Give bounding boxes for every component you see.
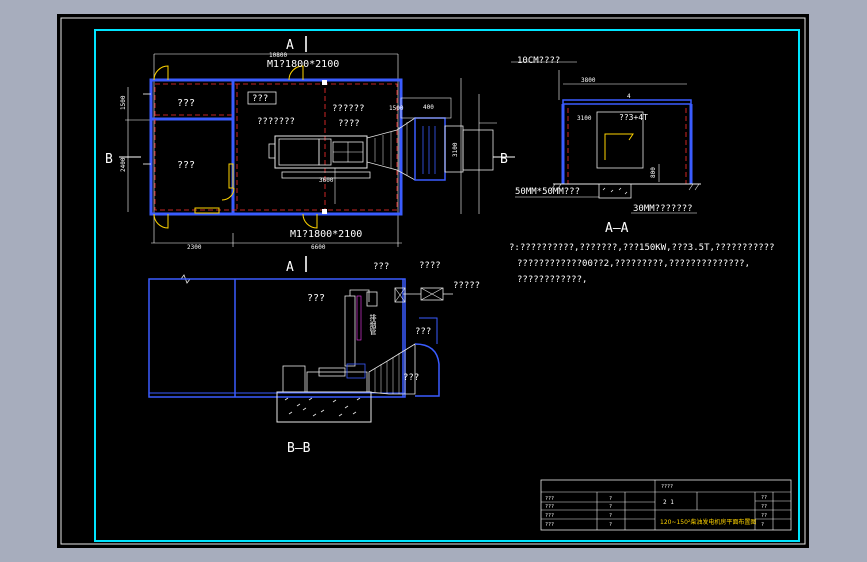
cad-drawing-canvas[interactable]: A A B B M1?1800*2100 M1?1800*2100 10800 … — [57, 14, 809, 548]
room-label-top-left: ??? — [177, 98, 195, 109]
section-bb-view: ??? ???? ????? ??? ??? ??? 排烟管 B—B — [148, 261, 480, 456]
title-block: ???? 2 1 120~150²柴油发电机房平面布置图 ??? ??? ???… — [540, 479, 792, 531]
section-aa-view: 10CM???? 3800 4 3100 800 ??3+4T 50MM*50M… — [511, 56, 701, 236]
section-bb-vertical-label: 排烟管 — [369, 313, 377, 336]
note-line-2: ????????????00??2,?????????,????????????… — [517, 259, 750, 269]
section-aa-dim-4: 800 — [650, 167, 657, 178]
door-label-bottom: M1?1800*2100 — [290, 229, 362, 240]
section-bb-title: B—B — [287, 441, 311, 456]
dim-right-1: 1500 — [389, 105, 404, 112]
title-right-value-4: ? — [761, 522, 764, 528]
title-right-value-1: ?? — [761, 495, 767, 501]
outer-border — [60, 17, 806, 545]
note-line-3: ????????????, — [517, 275, 587, 285]
title-right-value-2: ?? — [761, 504, 767, 510]
title-block-mid: 2 1 — [663, 499, 674, 506]
dim-right-3: 400 — [423, 104, 434, 111]
title-row-label-3: ??? — [545, 513, 554, 519]
title-block-header: ???? — [661, 484, 673, 490]
section-a-top-label: A — [286, 38, 294, 53]
title-row-label-4: ??? — [545, 522, 554, 528]
title-col-value-3: ? — [609, 513, 612, 519]
section-bb-label-4: ??? — [403, 373, 419, 383]
title-col-value-2: ? — [609, 504, 612, 510]
section-aa-top-label: 10CM???? — [517, 56, 560, 66]
section-bb-label-3: ??? — [415, 327, 431, 337]
title-col-value-1: ? — [609, 496, 612, 502]
section-b-left-label: B — [105, 152, 113, 167]
section-bb-top-label: ??? — [373, 262, 389, 272]
plan-label-3: ??????? — [257, 117, 295, 127]
door-label-top: M1?1800*2100 — [267, 59, 339, 70]
dim-right-2: 3100 — [452, 142, 459, 157]
section-aa-dim-1: 3800 — [581, 77, 596, 84]
generator-set-plan — [268, 135, 371, 179]
dim-total-width: 10800 — [269, 52, 287, 59]
dim-inner: 3600 — [319, 177, 334, 184]
title-block-project-title: 120~150²柴油发电机房平面布置图 — [660, 518, 756, 526]
section-b-right-label: B — [500, 152, 508, 167]
room-label-mid-left: ??? — [177, 160, 195, 171]
section-aa-bottom-label-1: 50MM*50MM??? — [515, 187, 580, 197]
title-right-value-3: ?? — [761, 513, 767, 519]
dim-left-2: 2400 — [120, 157, 127, 172]
title-row-label-1: ??? — [545, 496, 554, 502]
plan-view: A A B B M1?1800*2100 M1?1800*2100 10800 … — [105, 36, 515, 275]
cad-viewport[interactable]: A A B B M1?1800*2100 M1?1800*2100 10800 … — [57, 14, 809, 548]
title-col-value-4: ? — [609, 522, 612, 528]
drawing-frame — [94, 29, 800, 542]
section-bb-room-label: ??? — [307, 293, 325, 304]
dim-bottom-left: 2300 — [187, 244, 202, 251]
section-bb-label-1: ???? — [419, 261, 441, 271]
plan-label-2: ???? — [338, 119, 360, 129]
section-aa-box-label: ??3+4T — [619, 113, 648, 122]
notes-block: ?:??????????,???????,???150KW,???3.5T,??… — [509, 243, 775, 285]
section-aa-dim-2: 4 — [627, 93, 631, 100]
section-aa-bottom-label-2: 30MM??????? — [633, 204, 693, 214]
section-aa-title: A—A — [605, 221, 629, 236]
title-row-label-2: ??? — [545, 504, 554, 510]
section-a-bottom-label: A — [286, 260, 294, 275]
section-bb-label-2: ????? — [453, 281, 480, 291]
room-boxed-label: ??? — [252, 94, 268, 104]
note-line-1: ?:??????????,???????,???150KW,???3.5T,??… — [509, 243, 775, 253]
section-aa-dim-3: 3100 — [577, 115, 592, 122]
generator-set-section — [282, 363, 368, 393]
dim-left-1: 1500 — [120, 95, 127, 110]
plan-label-1: ?????? — [332, 104, 365, 114]
dim-bottom-total: 6600 — [311, 244, 326, 251]
